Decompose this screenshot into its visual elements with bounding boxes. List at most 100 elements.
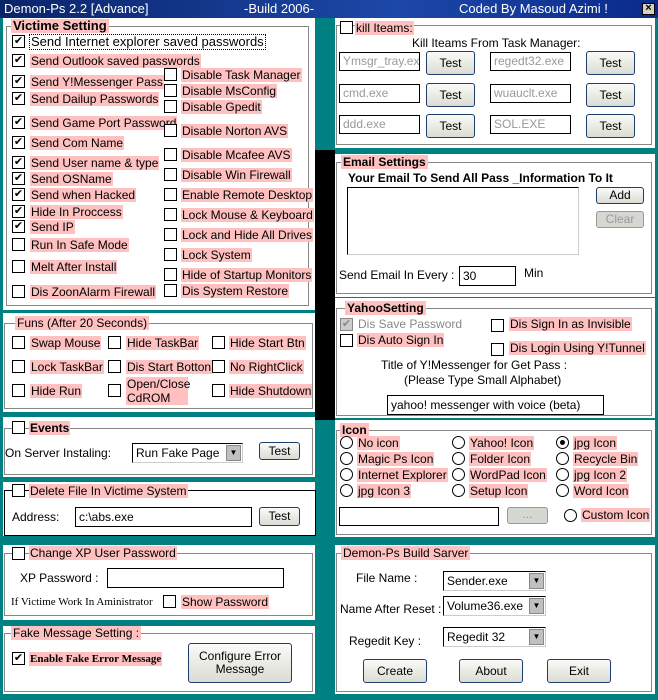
events-checkbox[interactable] (12, 421, 25, 434)
email-list[interactable] (347, 187, 579, 255)
icon-radio[interactable] (452, 484, 465, 497)
kill-item-test-button[interactable]: Test (586, 51, 635, 75)
name-after-reset-select[interactable]: Volume36.exe ▼ (443, 596, 546, 616)
dis-invisible-checkbox[interactable] (491, 319, 504, 332)
kill-item-test-button[interactable]: Test (426, 114, 475, 138)
clear-email-button[interactable]: Clear (596, 211, 644, 228)
show-password-checkbox[interactable] (163, 595, 176, 608)
kill-item-input[interactable]: cmd.exe (339, 84, 420, 103)
custom-icon-label: Custom Icon (581, 508, 651, 522)
victime-checkbox[interactable] (12, 35, 25, 48)
fun-checkbox[interactable] (12, 360, 25, 373)
victime-checkbox[interactable] (164, 84, 177, 97)
configure-error-message-button[interactable]: Configure Error Message (188, 643, 292, 683)
icon-radio[interactable] (452, 468, 465, 481)
victime-checkbox[interactable] (12, 136, 25, 149)
messenger-title-input[interactable]: yahoo! messenger with voice (beta) (387, 395, 604, 415)
victime-checkbox[interactable] (12, 205, 25, 218)
delete-file-checkbox[interactable] (12, 484, 25, 497)
victime-checkbox[interactable] (12, 75, 25, 88)
victime-checkbox[interactable] (12, 92, 25, 105)
create-button[interactable]: Create (363, 659, 427, 683)
victime-checkbox[interactable] (164, 188, 177, 201)
victime-checkbox[interactable] (164, 248, 177, 261)
fake-legend: Fake Message Setting : (11, 626, 142, 640)
fun-checkbox[interactable] (108, 360, 121, 373)
dis-auto-sign-in-checkbox[interactable] (340, 334, 353, 347)
kill-items-panel: kill Iteams: Kill Iteams From Task Manag… (335, 18, 655, 148)
fun-checkbox[interactable] (212, 360, 225, 373)
kill-item-test-button[interactable]: Test (426, 51, 475, 75)
icon-radio[interactable] (556, 452, 569, 465)
victime-checkbox[interactable] (12, 238, 25, 251)
victime-checkbox[interactable] (164, 100, 177, 113)
victime-checkbox[interactable] (164, 124, 177, 137)
victime-checkbox[interactable] (12, 188, 25, 201)
icon-radio[interactable] (340, 436, 353, 449)
address-input[interactable]: c:\abs.exe (75, 507, 252, 527)
kill-item-input[interactable]: SOL.EXE (490, 115, 571, 134)
icon-radio[interactable] (340, 468, 353, 481)
delete-test-button[interactable]: Test (259, 507, 300, 526)
exit-button[interactable]: Exit (547, 659, 611, 683)
custom-icon-path-input[interactable] (339, 507, 499, 526)
fun-checkbox[interactable] (12, 384, 25, 397)
victime-checkbox[interactable] (12, 172, 25, 185)
yahoo-legend: YahooSetting (345, 301, 426, 315)
kill-item-test-button[interactable]: Test (426, 83, 475, 107)
kill-item-input[interactable]: ddd.exe (339, 115, 420, 134)
kill-item-input[interactable]: wuauclt.exe (490, 84, 571, 103)
dis-save-password-checkbox[interactable] (340, 318, 353, 331)
events-test-button[interactable]: Test (259, 442, 300, 460)
victime-checkbox[interactable] (164, 268, 177, 281)
event-action-select[interactable]: Run Fake Page ▼ (132, 443, 243, 463)
background-window-strip (315, 150, 335, 420)
victime-option-label: Melt After Install (30, 260, 118, 274)
xp-password-input[interactable] (107, 568, 284, 588)
victime-checkbox[interactable] (164, 208, 177, 221)
victime-checkbox[interactable] (164, 228, 177, 241)
regedit-key-select[interactable]: Regedit 32 ▼ (443, 627, 546, 647)
fun-option-label: Swap Mouse (30, 336, 102, 350)
victime-checkbox[interactable] (12, 116, 25, 129)
send-every-input[interactable]: 30 (459, 266, 516, 286)
icon-radio[interactable] (340, 452, 353, 465)
close-button[interactable]: × (642, 3, 655, 15)
kill-items-checkbox[interactable] (340, 21, 353, 34)
kill-item-test-button[interactable]: Test (586, 83, 635, 107)
victime-option-label: Disable Gpedit (181, 100, 262, 114)
victime-checkbox[interactable] (164, 68, 177, 81)
kill-item-test-button[interactable]: Test (586, 114, 635, 138)
icon-radio[interactable] (556, 468, 569, 481)
icon-radio[interactable] (340, 484, 353, 497)
victime-checkbox[interactable] (164, 148, 177, 161)
dis-tunnel-checkbox[interactable] (491, 343, 504, 356)
about-button[interactable]: About (459, 659, 523, 683)
enable-fake-error-checkbox[interactable] (12, 652, 25, 665)
fun-checkbox[interactable] (108, 336, 121, 349)
icon-radio[interactable] (452, 452, 465, 465)
custom-icon-radio[interactable] (564, 509, 577, 522)
browse-icon-button[interactable]: ... (507, 507, 548, 524)
fun-checkbox[interactable] (212, 384, 225, 397)
kill-item-input[interactable]: Ymsgr_tray.exe (339, 52, 420, 71)
fun-checkbox[interactable] (212, 336, 225, 349)
fun-checkbox[interactable] (12, 336, 25, 349)
icon-option-label: Recycle Bin (573, 452, 639, 466)
icon-radio[interactable] (452, 436, 465, 449)
icon-radio[interactable] (556, 436, 569, 449)
victime-option-label: Send Game Port Password (30, 116, 178, 130)
victime-checkbox[interactable] (164, 284, 177, 297)
file-name-select[interactable]: Sender.exe ▼ (443, 571, 546, 591)
victime-checkbox[interactable] (12, 260, 25, 273)
change-xp-password-checkbox[interactable] (12, 547, 25, 560)
fun-checkbox[interactable] (108, 384, 121, 397)
victime-checkbox[interactable] (12, 285, 25, 298)
victime-checkbox[interactable] (12, 54, 25, 67)
victime-checkbox[interactable] (12, 156, 25, 169)
kill-item-input[interactable]: regedt32.exe (490, 52, 571, 71)
victime-checkbox[interactable] (164, 168, 177, 181)
victime-checkbox[interactable] (12, 220, 25, 233)
add-email-button[interactable]: Add (596, 187, 644, 204)
icon-radio[interactable] (556, 484, 569, 497)
